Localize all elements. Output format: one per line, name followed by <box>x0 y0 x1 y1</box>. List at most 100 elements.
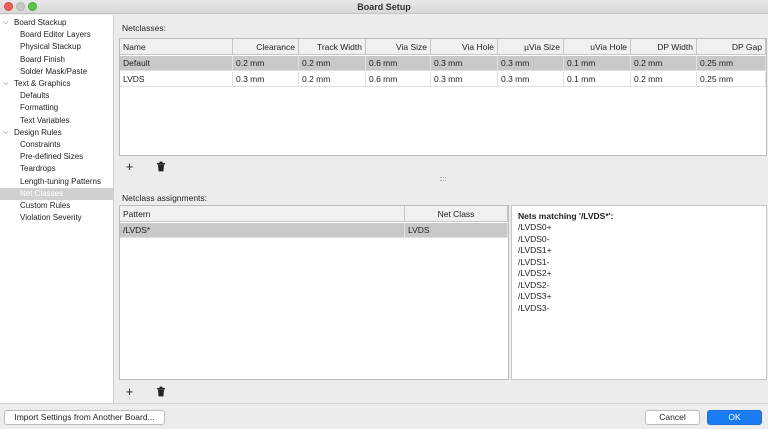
table-cell[interactable]: 0.2 mm <box>299 56 366 71</box>
table-cell[interactable]: 0.3 mm <box>233 72 299 87</box>
table-cell[interactable]: 0.3 mm <box>498 56 564 71</box>
sidebar-item-length-tuning-patterns[interactable]: Length-tuning Patterns <box>0 176 114 188</box>
splitter-grip[interactable] <box>440 177 446 181</box>
table-cell[interactable]: 0.2 mm <box>631 72 697 87</box>
column-header[interactable]: Track Width <box>299 39 366 55</box>
column-header[interactable]: µVia Size <box>498 39 564 55</box>
sidebar-item-label: Net Classes <box>20 188 64 198</box>
trash-icon <box>156 161 165 172</box>
add-assignment-button[interactable]: + <box>121 384 138 399</box>
column-header[interactable]: Via Size <box>366 39 431 55</box>
sidebar-item-constraints[interactable]: Constraints <box>0 139 114 151</box>
table-cell[interactable]: 0.25 mm <box>697 56 766 71</box>
list-item: /LVDS1- <box>518 256 550 267</box>
sidebar-item-label: Custom Rules <box>20 201 71 210</box>
sidebar-item-label: Defaults <box>20 91 50 101</box>
table-cell[interactable]: Default <box>120 56 233 71</box>
column-header[interactable]: Pattern <box>120 206 405 222</box>
column-header[interactable]: DP Gap <box>697 39 766 55</box>
table-cell[interactable]: 0.2 mm <box>631 56 697 71</box>
import-settings-button[interactable]: Import Settings from Another Board... <box>4 410 165 425</box>
trash-icon <box>156 386 165 397</box>
sidebar-item-label: Board Finish <box>20 54 65 64</box>
chevron-down-icon[interactable]: ⌵ <box>3 78 9 90</box>
plus-icon: + <box>125 384 134 399</box>
table-cell[interactable]: 0.2 mm <box>233 56 299 71</box>
ok-button[interactable]: OK <box>707 410 762 425</box>
sidebar-item-label: Design Rules <box>14 127 62 137</box>
sidebar-item-teardrops[interactable]: Teardrops <box>0 163 114 175</box>
sidebar-item-text-variables[interactable]: Text Variables <box>0 115 114 127</box>
table-cell[interactable]: 0.1 mm <box>564 56 631 71</box>
sidebar-item-label: Violation Severity <box>20 213 82 223</box>
table-cell[interactable]: /LVDS* <box>120 223 405 238</box>
nets-matching-panel: Nets matching '/LVDS*': /LVDS0+/LVDS0-/L… <box>511 205 767 380</box>
chevron-down-icon[interactable]: ⌵ <box>3 17 9 29</box>
column-header[interactable]: uVia Hole <box>564 39 631 55</box>
sidebar-item-solder-mask-paste[interactable]: Solder Mask/Paste <box>0 66 114 78</box>
list-item: /LVDS3- <box>518 302 550 313</box>
netclasses-header: Name Clearance Track Width Via Size Via Hole… <box>120 39 766 55</box>
netclasses-label: Netclasses: <box>122 23 166 33</box>
table-cell[interactable]: 0.6 mm <box>366 72 431 87</box>
column-header[interactable]: Clearance <box>233 39 299 55</box>
netclass-assignments-label: Netclass assignments: <box>122 193 208 203</box>
table-row[interactable]: LVDS 0.3 mm 0.2 mm 0.6 mm 0.3 mm 0.3 mm 0.1 mm… <box>120 72 766 87</box>
sidebar-item-label: Pre-defined Sizes <box>20 152 84 162</box>
sidebar-item-violation-severity[interactable]: Violation Severity <box>0 212 114 224</box>
table-row[interactable]: Default 0.2 mm 0.2 mm 0.6 mm 0.3 mm 0.3 mm 0.1… <box>120 56 766 71</box>
table-cell[interactable]: 0.3 mm <box>431 56 498 71</box>
delete-netclass-button[interactable] <box>152 159 169 174</box>
column-header[interactable]: DP Width <box>631 39 697 55</box>
list-item: /LVDS2- <box>518 279 550 290</box>
table-cell[interactable]: LVDS <box>405 223 508 238</box>
sidebar-item-label: Length-tuning Patterns <box>20 176 101 186</box>
cancel-button[interactable]: Cancel <box>645 410 700 425</box>
nets-matching-list: /LVDS0+/LVDS0-/LVDS1+/LVDS1-/LVDS2+/LVDS… <box>518 222 760 314</box>
sidebar-item-design-rules[interactable]: ⌵ Design Rules <box>0 127 114 139</box>
column-header[interactable]: Name <box>120 39 233 55</box>
table-cell[interactable]: 0.3 mm <box>431 72 498 87</box>
table-cell[interactable]: 0.1 mm <box>564 72 631 87</box>
sidebar-item-formatting[interactable]: Formatting <box>0 102 114 114</box>
assignments-header: Pattern Net Class <box>120 206 508 222</box>
sidebar-item-label: Teardrops <box>20 164 56 174</box>
delete-assignment-button[interactable] <box>152 384 169 399</box>
sidebar-item-defaults[interactable]: Defaults <box>0 90 114 102</box>
column-header[interactable]: Net Class <box>405 206 508 222</box>
panel-splitter[interactable] <box>118 176 768 182</box>
table-row[interactable]: /LVDS* LVDS <box>120 223 508 238</box>
sidebar-item-physical-stackup[interactable]: Physical Stackup <box>0 41 114 53</box>
table-cell[interactable]: LVDS <box>120 72 233 87</box>
sidebar-item-label: Board Editor Layers <box>20 30 91 40</box>
sidebar-item-label: Text & Graphics <box>14 79 71 88</box>
dialog-footer: Import Settings from Another Board... Ca… <box>0 403 768 429</box>
sidebar-item-label: Board Stackup <box>14 18 67 27</box>
sidebar-item-custom-rules[interactable]: Custom Rules <box>0 200 114 212</box>
sidebar-item-board-editor-layers[interactable]: Board Editor Layers <box>0 29 114 41</box>
list-item: /LVDS0+ <box>518 222 552 232</box>
sidebar-item-net-classes[interactable]: Net Classes <box>0 187 114 200</box>
sidebar-item-label: Physical Stackup <box>20 42 81 52</box>
list-item: /LVDS0- <box>518 233 550 244</box>
sidebar-item-pre-defined-sizes[interactable]: Pre-defined Sizes <box>0 151 114 163</box>
title-bar: Board Setup <box>0 0 768 14</box>
table-cell[interactable]: 0.2 mm <box>299 72 366 87</box>
window-title: Board Setup <box>357 2 411 12</box>
settings-tree: ⌵ Board Stackup Board Editor Layers Physica… <box>0 15 114 403</box>
table-cell[interactable]: 0.6 mm <box>366 56 431 71</box>
netclass-assignments-grid[interactable]: Pattern Net Class /LVDS* LVDS <box>119 205 509 380</box>
column-header[interactable]: Via Hole <box>431 39 498 55</box>
table-cell[interactable]: 0.25 mm <box>697 72 766 87</box>
add-netclass-button[interactable]: + <box>121 159 138 174</box>
sidebar-item-board-stackup[interactable]: ⌵ Board Stackup <box>0 17 114 29</box>
list-item: /LVDS2+ <box>518 268 552 278</box>
netclasses-grid[interactable]: Name Clearance Track Width Via Size Via Hole… <box>119 38 767 156</box>
sidebar-item-label: Formatting <box>20 103 59 113</box>
table-cell[interactable]: 0.3 mm <box>498 72 564 87</box>
chevron-down-icon[interactable]: ⌵ <box>3 127 9 139</box>
list-item: /LVDS1+ <box>518 245 552 255</box>
nets-matching-title: Nets matching '/LVDS*': <box>518 211 614 221</box>
sidebar-item-board-finish[interactable]: Board Finish <box>0 54 114 66</box>
sidebar-item-text-graphics[interactable]: ⌵ Text & Graphics <box>0 78 114 90</box>
